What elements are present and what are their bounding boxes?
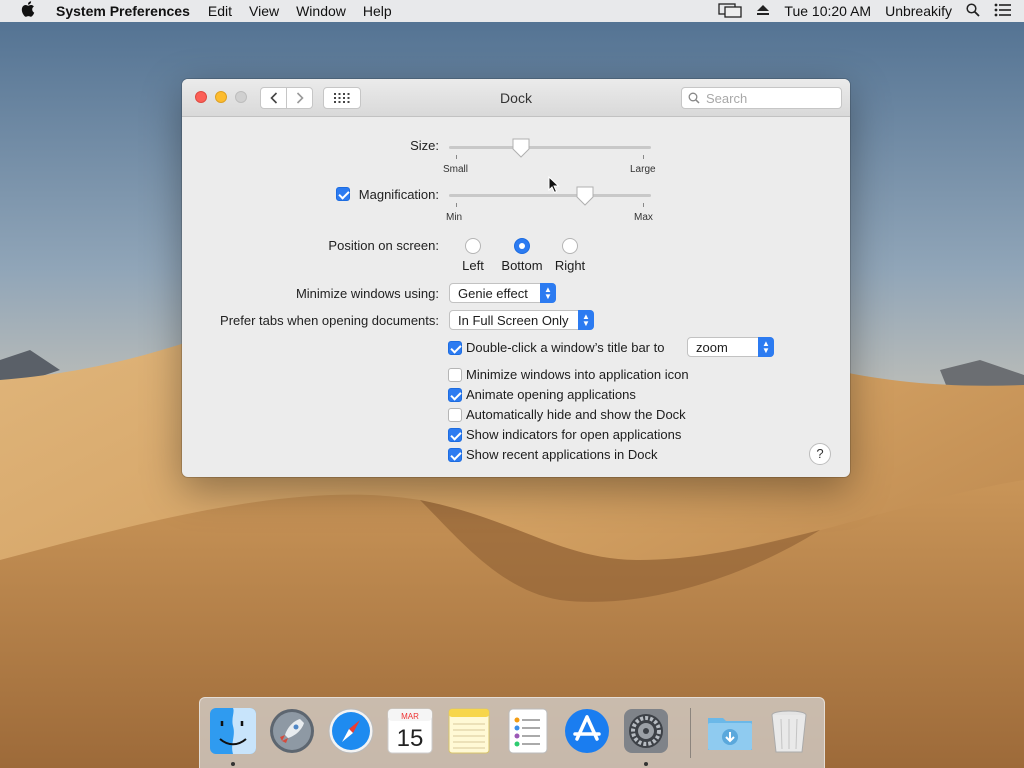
notification-center-icon[interactable]	[994, 3, 1012, 20]
option-label: Show recent applications in Dock	[466, 447, 658, 462]
search-placeholder: Search	[706, 90, 748, 106]
option-checkbox[interactable]	[448, 368, 462, 382]
menubar-user[interactable]: Unbreakify	[885, 3, 952, 19]
apple-menu-icon[interactable]	[0, 0, 56, 22]
position-left-label: Left	[462, 258, 484, 273]
notes-icon[interactable]	[444, 706, 494, 756]
window-titlebar[interactable]: Dock Search	[182, 79, 850, 117]
menu-bar: System Preferences Edit View Window Help…	[0, 0, 1024, 22]
option-label: Show indicators for open applications	[466, 427, 682, 442]
position-label: Position on screen:	[328, 238, 439, 253]
trash-icon[interactable]	[764, 706, 814, 756]
position-left-radio[interactable]	[465, 238, 481, 254]
reminders-icon[interactable]	[503, 706, 553, 756]
size-slider-track[interactable]	[449, 146, 651, 149]
downloads-folder-icon[interactable]	[705, 706, 755, 756]
app-menu[interactable]: System Preferences	[56, 3, 190, 19]
menu-view[interactable]: View	[249, 3, 279, 19]
search-field[interactable]: Search	[681, 87, 842, 109]
dock-separator	[690, 708, 691, 758]
slider-tick	[643, 203, 644, 207]
minimize-effect-popup[interactable]: Genie effect ▲ ▼	[449, 283, 556, 303]
running-indicator	[644, 762, 648, 766]
running-indicator	[231, 762, 235, 766]
magnification-max-label: Max	[634, 212, 653, 223]
double-click-label: Double-click a window’s title bar to	[466, 340, 665, 355]
menu-help[interactable]: Help	[363, 3, 392, 19]
position-bottom-label: Bottom	[501, 258, 543, 273]
slider-tick	[456, 155, 457, 159]
safari-icon[interactable]	[326, 706, 376, 756]
size-label: Size:	[410, 138, 439, 153]
help-button[interactable]: ?	[809, 443, 831, 465]
minimize-effect-value: Genie effect	[458, 285, 528, 301]
magnification-label: Magnification:	[358, 187, 439, 202]
eject-icon[interactable]	[756, 3, 770, 19]
menu-window[interactable]: Window	[296, 3, 346, 19]
position-right-radio[interactable]	[562, 238, 578, 254]
mouse-cursor-icon	[548, 175, 560, 197]
calendar-month: MAR	[401, 712, 419, 721]
prefer-tabs-label: Prefer tabs when opening documents:	[220, 313, 439, 328]
popup-arrows-icon: ▲ ▼	[758, 337, 774, 357]
option-checkbox[interactable]	[448, 428, 462, 442]
prefer-tabs-popup[interactable]: In Full Screen Only ▲ ▼	[449, 310, 594, 330]
popup-arrows-icon: ▲ ▼	[578, 310, 594, 330]
dock: MAR 15	[199, 697, 825, 768]
menubar-clock[interactable]: Tue 10:20 AM	[784, 3, 871, 19]
system-preferences-icon[interactable]	[621, 706, 671, 756]
position-bottom-radio[interactable]	[514, 238, 530, 254]
slider-tick	[456, 203, 457, 207]
finder-icon[interactable]	[208, 706, 258, 756]
app-store-icon[interactable]	[562, 706, 612, 756]
double-click-action-popup[interactable]: zoom ▲ ▼	[687, 337, 774, 357]
calendar-day: 15	[397, 725, 424, 752]
double-click-action-value: zoom	[696, 339, 728, 355]
spotlight-search-icon[interactable]	[966, 2, 980, 20]
calendar-icon[interactable]: MAR 15	[385, 706, 435, 756]
slider-tick	[643, 155, 644, 159]
option-label: Minimize windows into application icon	[466, 367, 689, 382]
double-click-checkbox[interactable]	[448, 341, 462, 355]
option-checkbox[interactable]	[448, 388, 462, 402]
size-min-label: Small	[443, 164, 469, 175]
dock-preferences-window: Dock Search Size: Small Large Magnificat…	[182, 79, 850, 477]
search-icon	[688, 92, 700, 104]
airplay-display-icon[interactable]	[718, 2, 743, 21]
option-checkbox[interactable]	[448, 448, 462, 462]
option-checkbox[interactable]	[448, 408, 462, 422]
position-right-label: Right	[554, 258, 586, 273]
magnification-min-label: Min	[446, 212, 463, 223]
popup-arrows-icon: ▲ ▼	[540, 283, 556, 303]
option-label: Animate opening applications	[466, 387, 636, 402]
option-label: Automatically hide and show the Dock	[466, 407, 686, 422]
menu-edit[interactable]: Edit	[208, 3, 232, 19]
prefer-tabs-value: In Full Screen Only	[458, 312, 569, 328]
launchpad-icon[interactable]	[267, 706, 317, 756]
minimize-label: Minimize windows using:	[295, 286, 439, 301]
size-max-label: Large	[630, 164, 656, 175]
